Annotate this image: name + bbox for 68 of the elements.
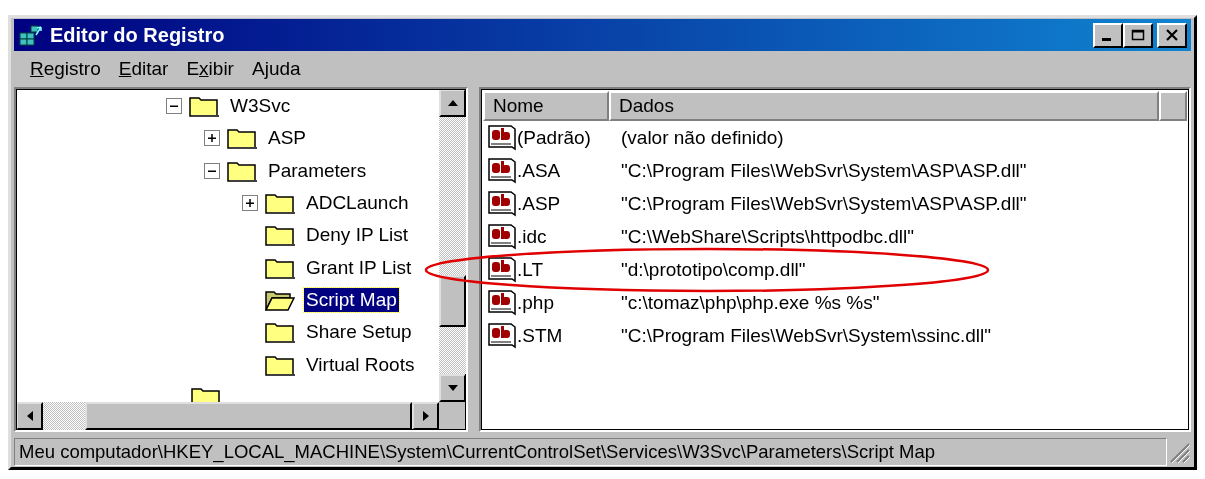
window-title: Editor do Registro [50, 23, 226, 47]
menu-item[interactable]: Exibir [186, 58, 234, 80]
left-arrow-icon [25, 410, 34, 422]
value-data: "d:\prototipo\comp.dll" [621, 258, 806, 281]
value-name[interactable]: .idc [517, 225, 621, 248]
string-value-icon [487, 189, 517, 218]
expand-toggle[interactable] [242, 195, 258, 212]
folder-icon [226, 126, 258, 151]
maximize-icon [1131, 29, 1145, 41]
up-arrow-icon [446, 99, 459, 107]
plus-icon [244, 197, 256, 210]
down-arrow-icon [446, 384, 459, 392]
menu-item[interactable]: Ajuda [251, 58, 301, 80]
scroll-down-button[interactable] [439, 374, 466, 402]
tree-item[interactable]: Deny IP List [304, 223, 411, 248]
value-data: (valor não definido) [621, 126, 784, 149]
scroll-thumb[interactable] [85, 402, 412, 430]
scroll-right-button[interactable] [412, 402, 439, 430]
folder-icon [188, 94, 220, 119]
collapse-toggle[interactable] [166, 98, 182, 115]
folder-icon [264, 320, 296, 345]
scroll-left-button[interactable] [16, 402, 43, 430]
plus-icon [206, 132, 218, 145]
menu-item[interactable]: Editar [118, 58, 169, 80]
empty-column-header [1159, 91, 1187, 121]
status-bar: Meu computador\HKEY_LOCAL_MACHINE\System\CurrentControlSet\Services\W3Svc\Parameters\Script Map [14, 438, 1167, 466]
scroll-up-button[interactable] [439, 89, 466, 117]
value-name[interactable]: .ASA [517, 159, 621, 182]
tree-item[interactable]: Script Map [304, 287, 399, 312]
close-icon [1165, 29, 1179, 41]
collapse-toggle[interactable] [204, 162, 220, 179]
expand-toggle[interactable] [204, 130, 220, 147]
tree-item[interactable]: Grant IP List [304, 255, 414, 280]
string-value-icon [487, 321, 517, 350]
value-name[interactable]: .STM [517, 324, 621, 347]
value-data: "C:\Program Files\WebSvr\System\ASP\ASP.dll" [621, 159, 1027, 182]
string-value-icon [487, 156, 517, 185]
scroll-thumb[interactable] [439, 275, 466, 327]
string-value-icon [487, 222, 517, 251]
value-name[interactable]: .LT [517, 258, 621, 281]
close-button[interactable] [1157, 22, 1187, 48]
folder-icon [264, 223, 296, 248]
value-name[interactable]: .ASP [517, 192, 621, 215]
minimize-button[interactable] [1093, 22, 1123, 48]
folder-icon [264, 191, 296, 216]
value-data: "C:\Program Files\WebSvr\System\ssinc.dll" [621, 324, 991, 347]
tree-item[interactable]: W3Svc [228, 94, 293, 119]
value-data: "C:\Program Files\WebSvr\System\ASP\ASP.dll" [621, 192, 1027, 215]
column-header[interactable]: Nome [483, 91, 609, 121]
tree-item[interactable]: Share Setup [304, 320, 414, 345]
value-name[interactable]: .php [517, 291, 621, 314]
menu-item[interactable]: Registro [30, 58, 101, 80]
column-header[interactable]: Dados [609, 91, 1159, 121]
tree-item[interactable]: ASP [266, 126, 309, 151]
scrollbar-corner [439, 402, 466, 430]
tree-item[interactable]: Virtual Roots [304, 352, 417, 377]
value-data: "c:\tomaz\php\php.exe %s %s" [621, 291, 880, 314]
string-value-icon [487, 123, 517, 152]
right-arrow-icon [421, 410, 430, 422]
tree-item[interactable]: ADCLaunch [304, 191, 411, 216]
string-value-icon [487, 288, 517, 317]
maximize-button[interactable] [1123, 22, 1153, 48]
value-data: "C:\WebShare\Scripts\httpodbc.dll" [621, 225, 914, 248]
tree-item[interactable]: Parameters [266, 158, 369, 183]
value-name[interactable]: (Padrão) [517, 126, 621, 149]
minimize-icon [1102, 37, 1111, 41]
string-value-icon [487, 255, 517, 284]
registry-cubes-icon [18, 23, 44, 47]
